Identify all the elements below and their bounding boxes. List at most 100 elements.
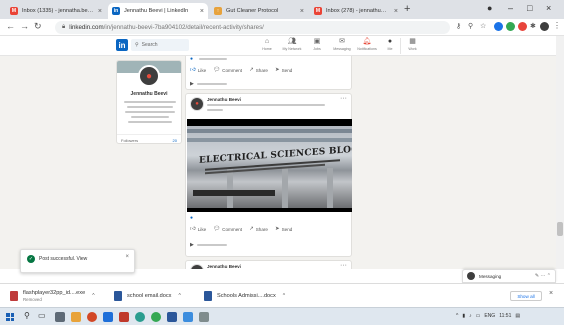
nav-home[interactable]: ⌂ Home bbox=[255, 38, 279, 54]
battery-icon[interactable]: ▭ bbox=[476, 313, 481, 319]
author-avatar[interactable]: ● bbox=[190, 264, 204, 269]
file-explorer-icon[interactable] bbox=[71, 312, 81, 322]
profile-avatar[interactable]: ● bbox=[138, 65, 160, 87]
notification-icon[interactable]: ▤ bbox=[515, 313, 520, 319]
chevron-up-icon[interactable]: ^ bbox=[178, 293, 180, 299]
extension-icon[interactable] bbox=[506, 22, 515, 31]
search-input[interactable]: ⚲ Search bbox=[131, 39, 189, 51]
post-author[interactable]: ● Jennathu Beevi ··· bbox=[186, 261, 351, 269]
task-view-icon[interactable]: ▭ bbox=[38, 311, 46, 320]
tab-strip: M Inbox (1335) - jennatha.beevi@... × in… bbox=[0, 0, 564, 19]
profile-card[interactable]: ● Jennathu Beevi Followers 20 bbox=[116, 60, 182, 144]
extension-icon[interactable] bbox=[518, 22, 527, 31]
chrome-icon[interactable] bbox=[151, 312, 161, 322]
bookmark-star-icon[interactable]: ☆ bbox=[480, 22, 486, 30]
app-icon[interactable] bbox=[135, 312, 145, 322]
share-button[interactable]: ↗ Share bbox=[249, 67, 268, 73]
reactions-row[interactable]: ● bbox=[190, 215, 193, 221]
key-icon[interactable]: ⚷ bbox=[456, 22, 461, 30]
author-name[interactable]: Jennathu Beevi bbox=[207, 97, 241, 102]
post-author[interactable]: ● Jennathu Beevi ··· bbox=[186, 94, 351, 116]
word-icon[interactable] bbox=[167, 312, 177, 322]
nav-jobs[interactable]: ▣ Jobs bbox=[305, 38, 329, 54]
download-item[interactable]: school email.docx ^ bbox=[114, 289, 181, 303]
reload-icon[interactable]: ↻ bbox=[34, 21, 42, 32]
clock[interactable]: 11:51 bbox=[499, 313, 511, 319]
tab-gut-cleaner[interactable]: ↑ Gut Cleaner Protocol × bbox=[210, 3, 308, 19]
menu-kebab-icon[interactable]: ⋮ bbox=[553, 21, 561, 30]
close-window-icon[interactable]: × bbox=[546, 3, 551, 13]
nav-work[interactable]: ▦ Work bbox=[400, 38, 424, 54]
chevron-up-icon[interactable]: ^ bbox=[283, 293, 285, 299]
post-card: ● 👍︎ Like 💬︎ Comment ↗ Share ➤ Send ▶ bbox=[185, 56, 352, 90]
chevron-up-icon[interactable]: ^ bbox=[456, 313, 458, 319]
close-tab-icon[interactable]: × bbox=[394, 8, 398, 15]
show-all-button[interactable]: Show all bbox=[510, 291, 542, 301]
zoom-icon[interactable]: ⚲ bbox=[468, 22, 473, 30]
nav-me[interactable]: ● Me bbox=[378, 38, 402, 54]
close-tab-icon[interactable]: × bbox=[200, 8, 204, 15]
app-icon[interactable] bbox=[103, 312, 113, 322]
more-options-icon[interactable]: ··· bbox=[340, 262, 347, 269]
followers-count[interactable]: 20 bbox=[173, 138, 177, 143]
tab-gmail-inbox-2[interactable]: M Inbox (278) - jennathu@gmail.c... × bbox=[310, 3, 402, 19]
chevron-up-icon[interactable]: ^ bbox=[92, 293, 94, 299]
compose-icon[interactable]: ✎ ··· ⌃ bbox=[535, 273, 551, 279]
network-icon[interactable]: ▮ bbox=[462, 313, 465, 319]
extensions-puzzle-icon[interactable]: ✱ bbox=[530, 22, 536, 30]
forward-icon[interactable]: → bbox=[20, 21, 29, 31]
send-icon: ➤ bbox=[274, 67, 280, 73]
post-card: ● Jennathu Beevi ··· bbox=[185, 260, 352, 269]
back-icon[interactable]: ← bbox=[6, 21, 15, 31]
keyboard-language[interactable]: ENG bbox=[484, 313, 495, 319]
nav-messaging[interactable]: ✉ Messaging bbox=[330, 38, 354, 54]
tab-linkedin[interactable]: in Jennathu Beevi | LinkedIn × bbox=[108, 3, 208, 19]
app-icon[interactable] bbox=[55, 312, 65, 322]
app-icon[interactable] bbox=[87, 312, 97, 322]
scrollbar-thumb[interactable] bbox=[557, 222, 563, 236]
new-tab-icon[interactable]: + bbox=[404, 3, 410, 15]
more-options-icon[interactable]: ··· bbox=[340, 95, 347, 102]
nav-my-network[interactable]: 👥︎ My Network bbox=[280, 38, 304, 54]
close-icon[interactable]: × bbox=[549, 290, 553, 297]
linkedin-logo[interactable]: in bbox=[116, 39, 128, 51]
profile-name[interactable]: Jennathu Beevi bbox=[117, 91, 181, 97]
download-item[interactable]: flashplayer32pp_id....exe Removed ^ bbox=[10, 289, 95, 303]
author-avatar[interactable]: ● bbox=[190, 97, 204, 111]
author-name[interactable]: Jennathu Beevi bbox=[207, 264, 241, 269]
address-bar[interactable]: 🔒︎ linkedin.com /in/jennathu-beevi-7ba90… bbox=[55, 21, 450, 34]
volume-icon[interactable]: ♪ bbox=[469, 313, 472, 319]
minimize-icon[interactable]: – bbox=[508, 3, 513, 13]
send-button[interactable]: ➤ Send bbox=[275, 226, 292, 232]
account-icon[interactable]: ● bbox=[487, 3, 492, 13]
app-icon[interactable] bbox=[119, 312, 129, 322]
comment-button[interactable]: 💬︎ Comment bbox=[213, 67, 242, 73]
tab-gmail-inbox[interactable]: M Inbox (1335) - jennatha.beevi@... × bbox=[6, 3, 106, 19]
play-icon: ▶ bbox=[190, 242, 194, 248]
like-button[interactable]: 👍︎ Like bbox=[190, 67, 206, 73]
reactions-row[interactable]: ● bbox=[186, 56, 351, 62]
nav-notifications[interactable]: 🔔︎ Notifications bbox=[355, 38, 379, 54]
close-tab-icon[interactable]: × bbox=[300, 8, 304, 15]
send-button[interactable]: ➤ Send bbox=[275, 67, 292, 73]
maximize-icon[interactable]: □ bbox=[527, 3, 532, 13]
profile-avatar-icon[interactable] bbox=[540, 22, 549, 31]
like-button[interactable]: 👍︎ Like bbox=[190, 226, 206, 232]
app-icon[interactable] bbox=[183, 312, 193, 322]
video-player[interactable]: ELECTRICAL SCIENCES BLOCK bbox=[187, 119, 352, 212]
video-views[interactable]: ▶ bbox=[186, 240, 231, 250]
share-button[interactable]: ↗ Share bbox=[249, 226, 268, 232]
app-icon[interactable] bbox=[199, 312, 209, 322]
download-item[interactable]: Schools Admissi....docx ^ bbox=[204, 289, 285, 303]
search-icon[interactable]: ⚲ bbox=[24, 311, 30, 320]
page-scrollbar[interactable] bbox=[556, 36, 564, 269]
close-icon[interactable]: × bbox=[125, 254, 129, 260]
post-actions: 👍︎ Like 💬︎ Comment ↗ Share ➤ Send bbox=[186, 65, 351, 75]
video-views[interactable]: ▶ bbox=[186, 79, 351, 89]
comment-button[interactable]: 💬︎ Comment bbox=[213, 226, 242, 232]
toast-message[interactable]: Post successful. View bbox=[39, 256, 87, 262]
close-tab-icon[interactable]: × bbox=[98, 8, 102, 15]
messaging-bar[interactable]: Messaging ✎ ··· ⌃ bbox=[462, 269, 556, 283]
extension-icon[interactable] bbox=[494, 22, 503, 31]
windows-start-icon[interactable] bbox=[6, 313, 14, 321]
